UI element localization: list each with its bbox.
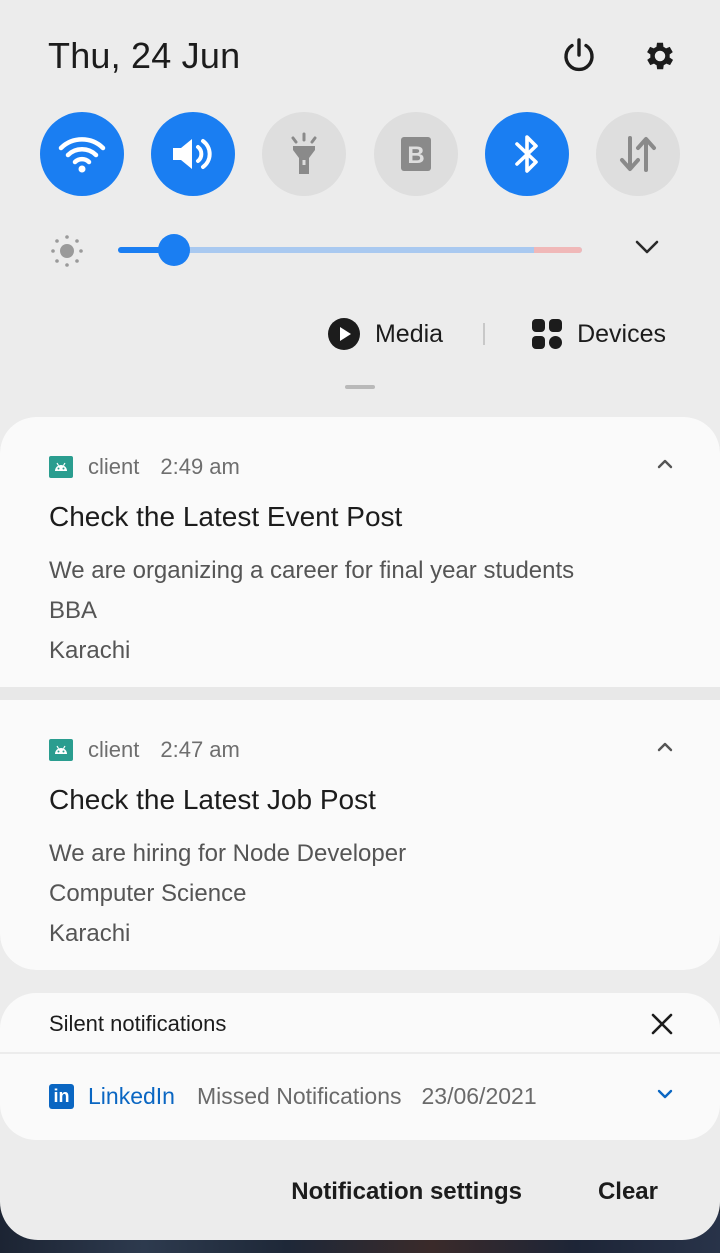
notification-line: Karachi [49, 920, 131, 947]
bixby-toggle[interactable]: B [373, 112, 458, 196]
notification-app-name: client [88, 454, 140, 479]
linkedin-icon: in [49, 1083, 74, 1109]
notification-settings-button[interactable]: Notification settings [291, 1178, 522, 1206]
notification-title: Check the Latest Job Post [49, 784, 376, 815]
devices-label: Devices [577, 319, 666, 348]
chevron-up-icon[interactable] [656, 457, 674, 471]
flashlight-toggle[interactable] [262, 112, 347, 196]
close-icon[interactable] [650, 1012, 674, 1036]
notification-time: 2:47 am [160, 737, 240, 762]
drag-handle[interactable] [345, 385, 375, 389]
flashlight-icon [291, 132, 317, 174]
date-label: Thu, 24 Jun [48, 35, 241, 76]
notification-card[interactable]: client 2:49 am Check the Latest Event Po… [0, 417, 720, 687]
silent-notifications-card: Silent notifications in LinkedIn Missed … [0, 993, 720, 1140]
notification-group: client 2:49 am Check the Latest Event Po… [0, 417, 720, 970]
notification-app-name: client [88, 737, 140, 762]
notification-line: Computer Science [49, 880, 247, 907]
notification-header: client 2:47 am [49, 736, 674, 764]
devices-grid-icon [532, 319, 563, 349]
silent-header: Silent notifications [49, 1009, 674, 1039]
panel-header: Thu, 24 Jun [48, 32, 680, 80]
notification-line: BBA [49, 597, 98, 624]
gear-icon[interactable] [642, 38, 678, 74]
speaker-icon [173, 139, 212, 169]
silent-date: 23/06/2021 [421, 1082, 537, 1109]
devices-button[interactable]: Devices [531, 318, 666, 350]
bixby-icon: B [400, 137, 431, 171]
notification-panel: Thu, 24 Jun B Media Devices client 2:49 … [0, 0, 720, 1240]
android-app-icon [49, 739, 73, 761]
sound-toggle[interactable] [151, 112, 236, 196]
notification-header: client 2:49 am [49, 453, 674, 481]
media-devices-bar: Media Devices [0, 312, 720, 356]
notification-line: Karachi [49, 637, 131, 664]
brightness-slider[interactable] [118, 234, 582, 266]
svg-text:B: B [407, 142, 424, 169]
header-actions [560, 37, 678, 75]
wifi-icon [58, 137, 106, 173]
silent-app-name: LinkedIn [88, 1082, 175, 1109]
brightness-control [48, 228, 680, 272]
bluetooth-toggle[interactable] [484, 112, 569, 196]
brightness-icon [51, 235, 83, 267]
brightness-high-zone [534, 247, 582, 253]
notification-title: Check the Latest Event Post [49, 501, 403, 532]
divider [0, 1052, 720, 1054]
media-separator [483, 323, 486, 345]
silent-notification-item[interactable]: in LinkedIn Missed Notifications 23/06/2… [49, 1081, 674, 1111]
quick-settings: B [40, 112, 680, 196]
notification-time: 2:49 am [160, 454, 240, 479]
chevron-down-icon[interactable] [656, 1087, 674, 1101]
android-app-icon [49, 456, 73, 478]
notification-line: We are organizing a career for final yea… [49, 557, 575, 584]
notification-card[interactable]: client 2:47 am Check the Latest Job Post… [0, 700, 720, 970]
chevron-up-icon[interactable] [656, 740, 674, 754]
bluetooth-icon [514, 135, 538, 173]
panel-footer: Notification settings Clear [0, 1172, 720, 1212]
chevron-down-icon[interactable] [634, 238, 660, 256]
silent-message: Missed Notifications [196, 1082, 402, 1109]
media-label: Media [374, 319, 444, 348]
notification-body: We are hiring for Node Developer Compute… [49, 834, 406, 954]
mobile-data-toggle[interactable] [595, 112, 680, 196]
clear-button[interactable]: Clear [598, 1178, 658, 1206]
media-button[interactable]: Media [327, 317, 443, 351]
notification-body: We are organizing a career for final yea… [49, 551, 574, 671]
power-icon[interactable] [560, 37, 598, 75]
notification-line: We are hiring for Node Developer [49, 840, 407, 867]
data-arrows-icon [619, 136, 656, 172]
wifi-toggle[interactable] [40, 112, 124, 196]
silent-title: Silent notifications [49, 1011, 227, 1036]
brightness-thumb[interactable] [157, 234, 190, 266]
play-icon [327, 318, 360, 350]
